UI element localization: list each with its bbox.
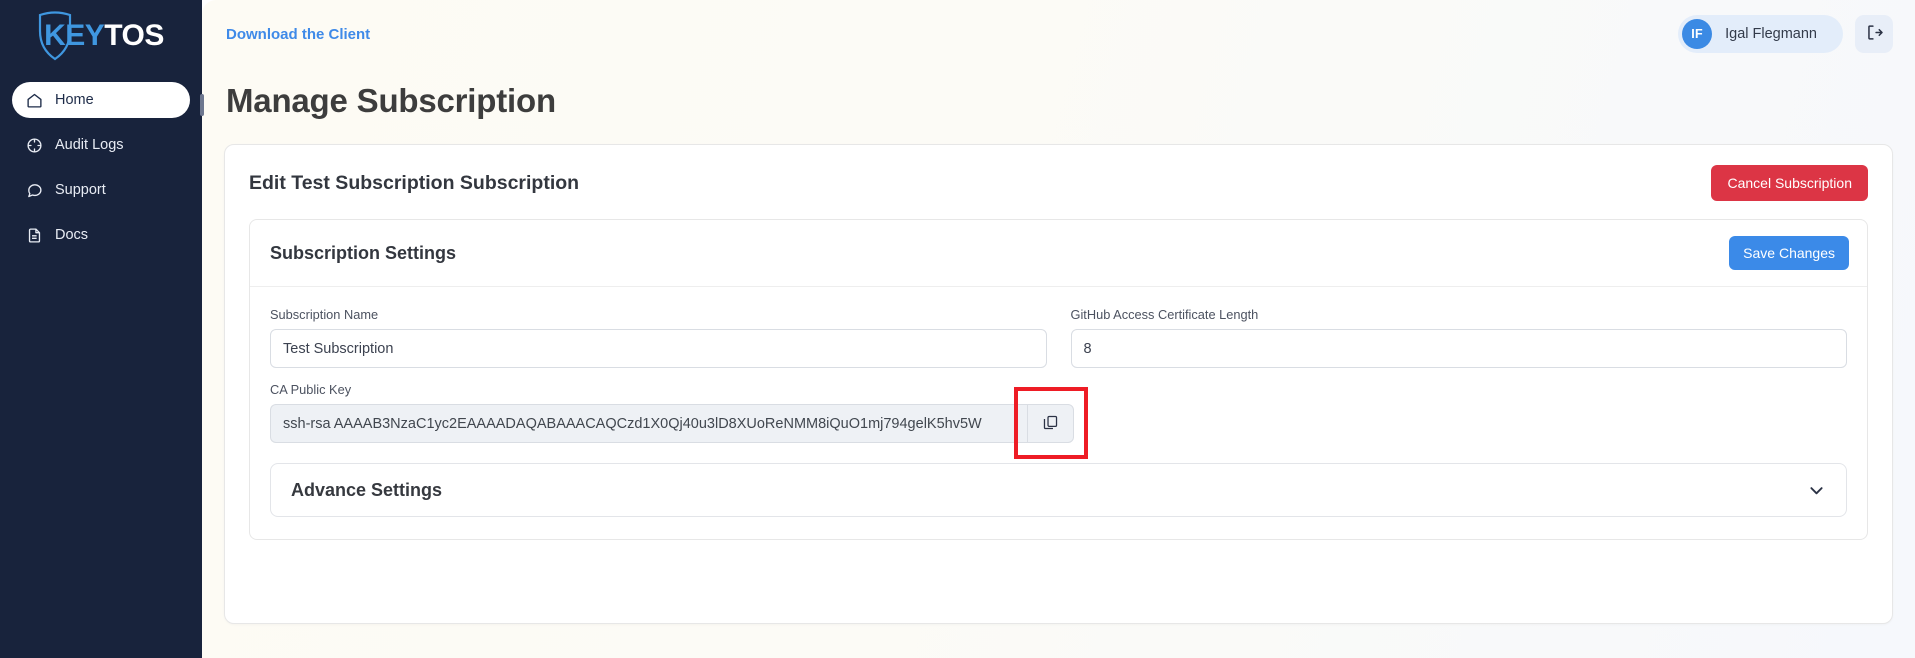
sidebar-item-label-support: Support	[55, 182, 106, 198]
user-menu[interactable]: IF Igal Flegmann	[1678, 15, 1843, 53]
github-cert-length-input[interactable]	[1070, 329, 1847, 368]
logo[interactable]: KEYTOS	[0, 0, 202, 72]
subscription-name-input[interactable]	[270, 329, 1047, 368]
sidebar-item-audit-logs[interactable]: Audit Logs	[12, 127, 190, 163]
subscription-settings-title: Subscription Settings	[270, 242, 457, 263]
chat-icon	[26, 182, 43, 199]
copy-ca-public-key-button[interactable]	[1027, 404, 1075, 443]
save-changes-button[interactable]: Save Changes	[1729, 236, 1849, 270]
advance-settings-label: Advance Settings	[291, 479, 443, 500]
github-cert-length-label: GitHub Access Certificate Length	[1070, 307, 1259, 322]
subscription-name-label: Subscription Name	[270, 307, 379, 322]
sidebar-item-support[interactable]: Support	[12, 172, 190, 208]
cancel-subscription-button[interactable]: Cancel Subscription	[1711, 165, 1868, 201]
user-name: Igal Flegmann	[1725, 26, 1817, 42]
app-root: KEYTOS Home Audit Logs Support Docs Down…	[0, 0, 1915, 658]
sidebar-item-label-home: Home	[55, 92, 94, 108]
sidebar-item-label-audit-logs: Audit Logs	[55, 137, 124, 153]
subscription-settings-header: Subscription Settings Save Changes	[250, 220, 1867, 287]
avatar: IF	[1682, 19, 1713, 49]
subscription-settings-form: Subscription Name GitHub Access Certific…	[250, 287, 1867, 539]
subscription-card: Edit Test Subscription Subscription Canc…	[224, 144, 1893, 624]
field-ca-public-key: CA Public Key	[270, 382, 1847, 459]
main-content: Download the Client IF Igal Flegmann Man…	[202, 0, 1915, 658]
field-subscription-name: Subscription Name	[270, 307, 1047, 368]
subscription-settings-card: Subscription Settings Save Changes Subsc…	[249, 219, 1868, 540]
logout-icon	[1865, 23, 1884, 45]
sidebar-collapse-handle[interactable]	[200, 94, 204, 116]
sidebar-item-home[interactable]: Home	[12, 82, 190, 118]
clock-icon	[26, 137, 43, 154]
subscription-card-title: Edit Test Subscription Subscription	[249, 171, 580, 194]
copy-icon	[1042, 414, 1059, 434]
ca-public-key-row	[270, 387, 1089, 459]
ca-public-key-input[interactable]	[270, 404, 1028, 443]
page-title: Manage Subscription	[226, 82, 556, 119]
logout-button[interactable]	[1855, 15, 1893, 53]
topbar-right: IF Igal Flegmann	[1678, 15, 1893, 53]
field-github-cert-length: GitHub Access Certificate Length	[1070, 307, 1847, 368]
logo-text-key: KEY	[44, 19, 105, 52]
chevron-down-icon	[1807, 481, 1826, 500]
subscription-card-header: Edit Test Subscription Subscription Canc…	[225, 145, 1892, 219]
topbar: Download the Client IF Igal Flegmann	[202, 0, 1915, 68]
form-row-1: Subscription Name GitHub Access Certific…	[270, 307, 1847, 382]
logo-text-tos: TOS	[104, 19, 164, 52]
sidebar-nav: Home Audit Logs Support Docs	[0, 82, 202, 253]
sidebar-item-label-docs: Docs	[55, 227, 89, 243]
sidebar: KEYTOS Home Audit Logs Support Docs	[0, 0, 204, 658]
ca-public-key-label: CA Public Key	[270, 382, 352, 397]
download-client-link[interactable]: Download the Client	[226, 26, 370, 43]
advance-settings-accordion[interactable]: Advance Settings	[270, 463, 1847, 517]
sidebar-item-docs[interactable]: Docs	[12, 217, 190, 253]
home-icon	[26, 92, 43, 109]
document-icon	[26, 227, 43, 244]
